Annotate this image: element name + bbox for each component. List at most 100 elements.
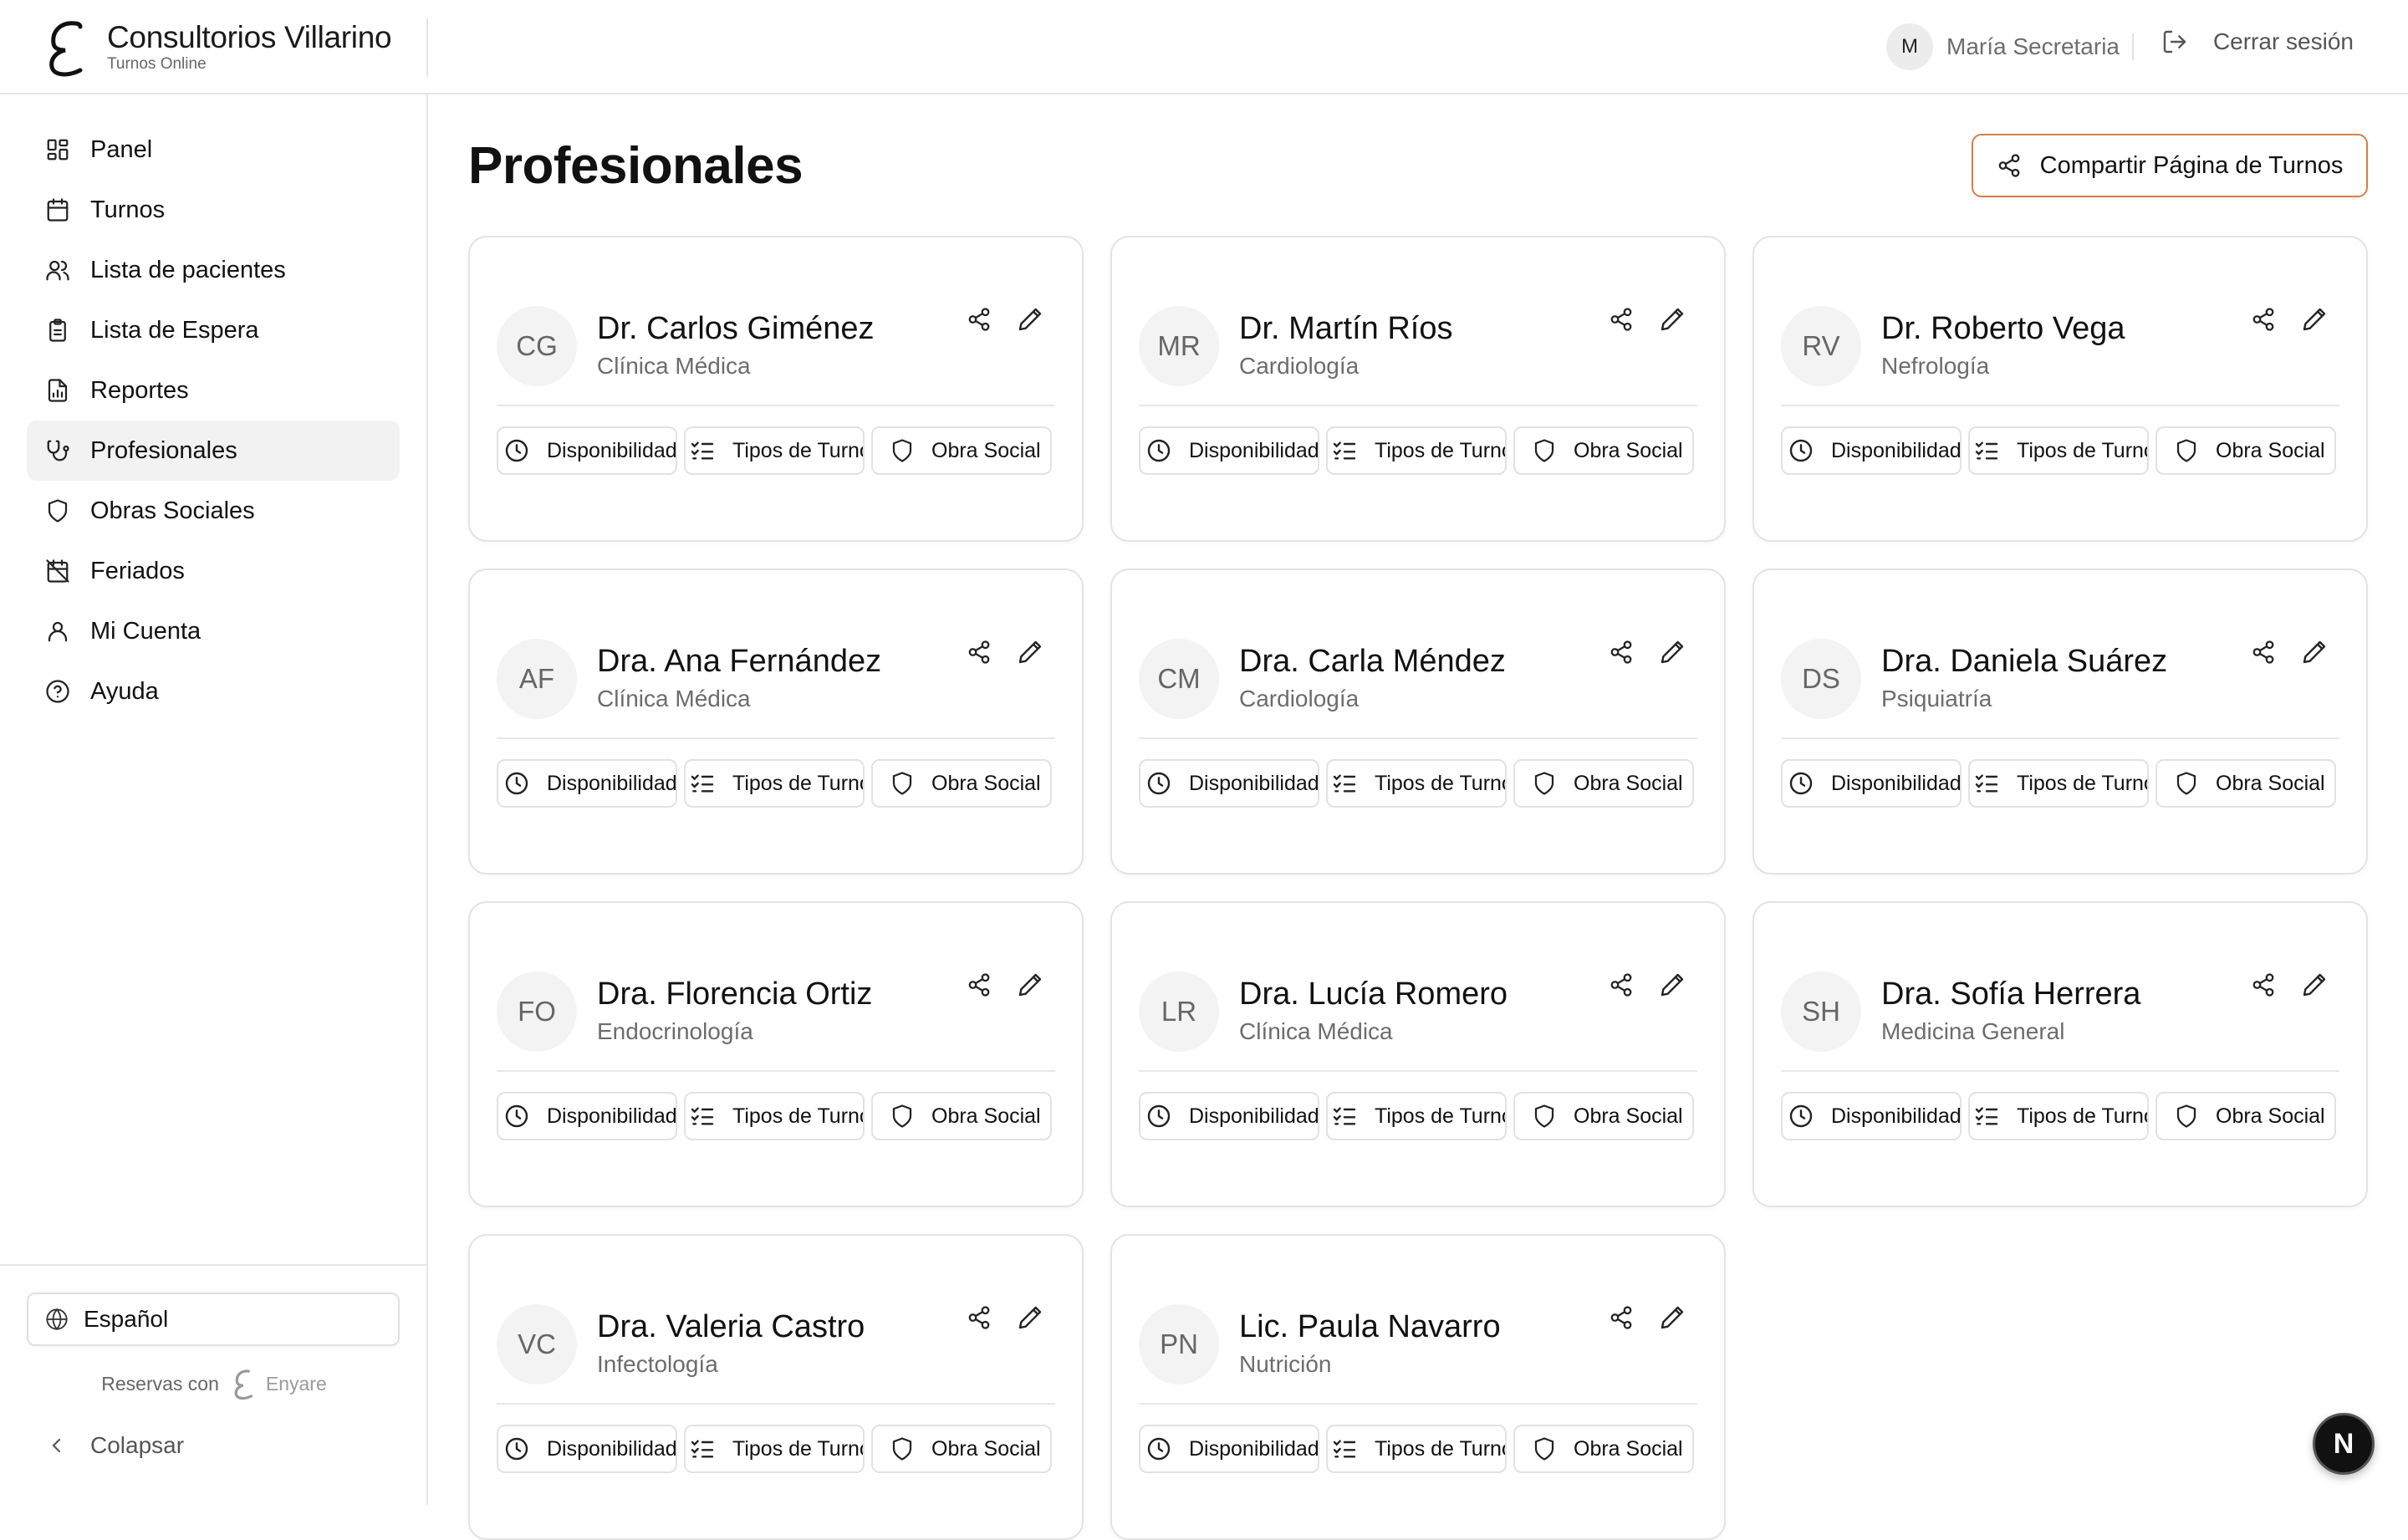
- insurance-button[interactable]: Obra Social: [871, 426, 1052, 475]
- appointment-types-button[interactable]: Tipos de Turno: [1968, 426, 2149, 475]
- share-icon[interactable]: [2251, 972, 2276, 997]
- sidebar-item-pacientes[interactable]: Lista de pacientes: [27, 240, 400, 300]
- insurance-button[interactable]: Obra Social: [1513, 1425, 1694, 1473]
- edit-icon[interactable]: [2301, 971, 2328, 998]
- share-icon[interactable]: [2251, 307, 2276, 332]
- appointment-types-button[interactable]: Tipos de Turno: [1968, 759, 2149, 808]
- availability-button[interactable]: Disponibilidad: [497, 1092, 677, 1140]
- professional-card: AF Dra. Ana Fernández Clínica Médica Dis…: [468, 569, 1084, 875]
- share-icon[interactable]: [967, 1305, 992, 1330]
- floating-action-button[interactable]: N: [2313, 1413, 2375, 1475]
- share-booking-page-button[interactable]: Compartir Página de Turnos: [1972, 134, 2368, 197]
- collapse-button[interactable]: Colapsar: [47, 1432, 184, 1459]
- professional-card: SH Dra. Sofía Herrera Medicina General D…: [1752, 901, 2368, 1207]
- edit-icon[interactable]: [1659, 971, 1686, 998]
- availability-button[interactable]: Disponibilidad: [1139, 1092, 1319, 1140]
- appointment-types-button[interactable]: Tipos de Turno: [1326, 1092, 1507, 1140]
- sidebar-item-feriados[interactable]: Feriados: [27, 541, 400, 601]
- edit-icon[interactable]: [1659, 306, 1686, 333]
- edit-icon[interactable]: [2301, 639, 2328, 665]
- card-divider: [497, 737, 1055, 739]
- availability-button[interactable]: Disponibilidad: [1781, 759, 1962, 808]
- insurance-button[interactable]: Obra Social: [2155, 426, 2336, 475]
- insurance-button[interactable]: Obra Social: [871, 1425, 1052, 1473]
- sidebar-item-label: Reportes: [90, 376, 189, 404]
- appointment-types-button[interactable]: Tipos de Turno: [1326, 1425, 1507, 1473]
- edit-icon[interactable]: [1017, 306, 1043, 333]
- share-icon[interactable]: [1609, 307, 1634, 332]
- availability-button[interactable]: Disponibilidad: [497, 1425, 677, 1473]
- edit-icon[interactable]: [1017, 971, 1043, 998]
- edit-icon[interactable]: [1017, 639, 1043, 665]
- user-icon: [48, 621, 68, 642]
- shield-icon: [48, 499, 68, 523]
- list-checks-icon: [691, 1107, 714, 1125]
- card-icons: [1584, 306, 1686, 333]
- availability-button[interactable]: Disponibilidad: [1139, 426, 1319, 475]
- share-icon[interactable]: [967, 640, 992, 665]
- appointment-types-button[interactable]: Tipos de Turno: [684, 426, 865, 475]
- professional-specialty: Cardiología: [1239, 686, 1360, 711]
- appointment-types-button[interactable]: Tipos de Turno: [1326, 759, 1507, 808]
- appointment-types-button[interactable]: Tipos de Turno: [684, 759, 865, 808]
- sidebar-item-ayuda[interactable]: Ayuda: [27, 661, 400, 722]
- sidebar-item-lista-espera[interactable]: Lista de Espera: [27, 300, 400, 360]
- user-menu[interactable]: M María Secretaria: [1886, 23, 2120, 70]
- card-actions: Disponibilidad Tipos de Turno Obra Socia…: [497, 1425, 1052, 1473]
- logout-button[interactable]: Cerrar sesión: [2161, 28, 2354, 55]
- edit-icon[interactable]: [2301, 306, 2328, 333]
- insurance-button[interactable]: Obra Social: [2155, 1092, 2336, 1140]
- share-icon[interactable]: [967, 972, 992, 997]
- insurance-button[interactable]: Obra Social: [1513, 426, 1694, 475]
- availability-button[interactable]: Disponibilidad: [1781, 1092, 1962, 1140]
- share-icon[interactable]: [1609, 640, 1634, 665]
- sidebar-item-label: Mi Cuenta: [90, 617, 202, 645]
- share-icon[interactable]: [967, 307, 992, 332]
- edit-icon[interactable]: [1017, 1304, 1043, 1331]
- edit-icon[interactable]: [1659, 639, 1686, 665]
- card-icons: [2226, 306, 2328, 333]
- appointment-types-button[interactable]: Tipos de Turno: [684, 1425, 865, 1473]
- header-separator: [2132, 33, 2134, 60]
- professional-card: LR Dra. Lucía Romero Clínica Médica Disp…: [1110, 901, 1726, 1207]
- language-select[interactable]: Español: [27, 1293, 400, 1346]
- insurance-button[interactable]: Obra Social: [2155, 759, 2336, 808]
- sidebar-item-turnos[interactable]: Turnos: [27, 180, 400, 240]
- insurance-button[interactable]: Obra Social: [1513, 759, 1694, 808]
- share-icon[interactable]: [1609, 1305, 1634, 1330]
- appointment-types-label: Tipos de Turno: [2017, 1104, 2149, 1128]
- professional-card: PN Lic. Paula Navarro Nutrición Disponib…: [1110, 1234, 1726, 1540]
- sidebar-item-label: Panel: [90, 135, 153, 163]
- share-icon[interactable]: [2251, 640, 2276, 665]
- card-icons: [941, 639, 1043, 665]
- list-checks-icon: [691, 774, 714, 793]
- card-icons: [1584, 639, 1686, 665]
- appointment-types-label: Tipos de Turno: [732, 1104, 865, 1128]
- sidebar-item-mi-cuenta[interactable]: Mi Cuenta: [27, 601, 400, 661]
- brand[interactable]: Consultorios Villarino Turnos Online: [42, 15, 426, 79]
- insurance-button[interactable]: Obra Social: [871, 759, 1052, 808]
- availability-button[interactable]: Disponibilidad: [1139, 759, 1319, 808]
- avatar: PN: [1139, 1304, 1219, 1384]
- avatar: RV: [1781, 306, 1861, 386]
- sidebar-item-obras-sociales[interactable]: Obras Sociales: [27, 481, 400, 541]
- availability-label: Disponibilidad: [547, 1436, 677, 1461]
- edit-icon[interactable]: [1659, 1304, 1686, 1331]
- app-title: Consultorios Villarino: [107, 20, 392, 54]
- insurance-button[interactable]: Obra Social: [1513, 1092, 1694, 1140]
- shield-icon: [1534, 1437, 1554, 1461]
- availability-button[interactable]: Disponibilidad: [497, 759, 677, 808]
- sidebar-item-reportes[interactable]: Reportes: [27, 360, 400, 421]
- availability-button[interactable]: Disponibilidad: [1139, 1425, 1319, 1473]
- sidebar-item-profesionales[interactable]: Profesionales: [27, 421, 400, 481]
- appointment-types-button[interactable]: Tipos de Turno: [1326, 426, 1507, 475]
- availability-button[interactable]: Disponibilidad: [1781, 426, 1962, 475]
- share-icon[interactable]: [1609, 972, 1634, 997]
- appointment-types-button[interactable]: Tipos de Turno: [684, 1092, 865, 1140]
- card-divider: [1781, 737, 2339, 739]
- sidebar-item-panel[interactable]: Panel: [27, 120, 400, 180]
- availability-button[interactable]: Disponibilidad: [497, 426, 677, 475]
- appointment-types-button[interactable]: Tipos de Turno: [1968, 1092, 2149, 1140]
- clock-icon: [505, 1437, 528, 1461]
- insurance-button[interactable]: Obra Social: [871, 1092, 1052, 1140]
